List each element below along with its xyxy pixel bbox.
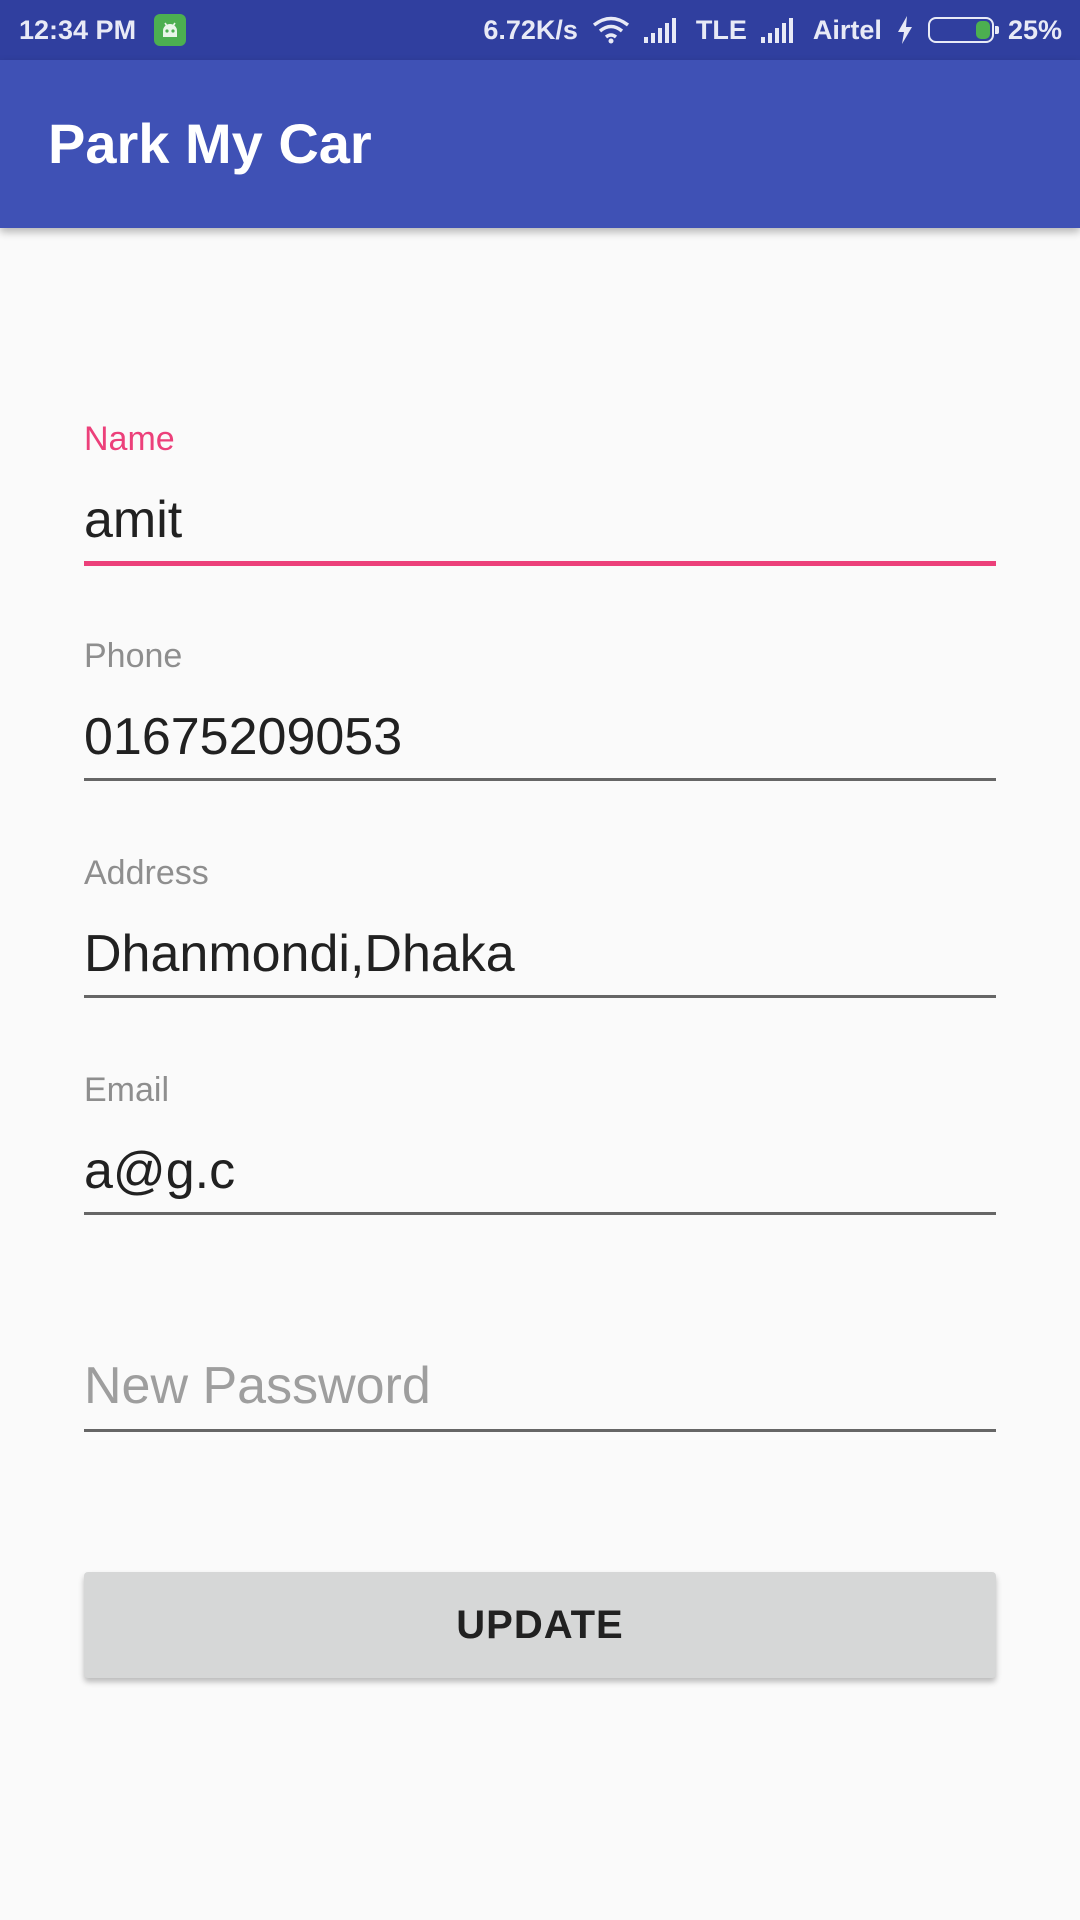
name-label: Name [84,420,175,458]
email-input[interactable]: a@g.c [84,1141,235,1201]
battery-icon [927,17,999,43]
app-toolbar: Park My Car [0,60,1080,228]
email-label: Email [84,1071,170,1109]
new-password-field[interactable]: New Password [84,1286,996,1436]
signal-icon [643,17,682,43]
status-bar: 12:34 PM 6.72K/s TLE Airtel 25% [0,0,1080,60]
address-underline [84,995,996,998]
update-button[interactable]: UPDATE [84,1572,996,1678]
address-input[interactable]: Dhanmondi,Dhaka [84,924,515,984]
name-field[interactable]: Name amit [84,418,996,570]
status-right: 6.72K/s TLE Airtel 25% [483,0,1062,60]
address-label: Address [84,854,209,892]
email-field[interactable]: Email a@g.c [84,1069,996,1219]
battery-percent: 25% [1007,14,1062,45]
phone-underline [84,778,996,781]
new-password-underline [84,1429,996,1432]
battery-level [975,21,990,39]
network-type: TLE [695,14,747,45]
wifi-icon [592,16,630,44]
network-speed: 6.72K/s [483,14,578,45]
status-left: 12:34 PM [19,0,187,60]
carrier-name: Airtel [812,14,882,45]
app-title: Park My Car [48,112,372,175]
address-field[interactable]: Address Dhanmondi,Dhaka [84,852,996,1002]
email-underline [84,1212,996,1215]
status-time: 12:34 PM [19,14,137,45]
signal-icon [760,17,799,43]
name-input[interactable]: amit [84,490,182,550]
phone-label: Phone [84,637,183,675]
charging-icon [896,16,914,44]
android-notification-icon [154,14,187,46]
new-password-input[interactable]: New Password [84,1356,431,1416]
name-underline [84,561,996,566]
phone-input[interactable]: 01675209053 [84,707,402,767]
phone-field[interactable]: Phone 01675209053 [84,635,996,785]
